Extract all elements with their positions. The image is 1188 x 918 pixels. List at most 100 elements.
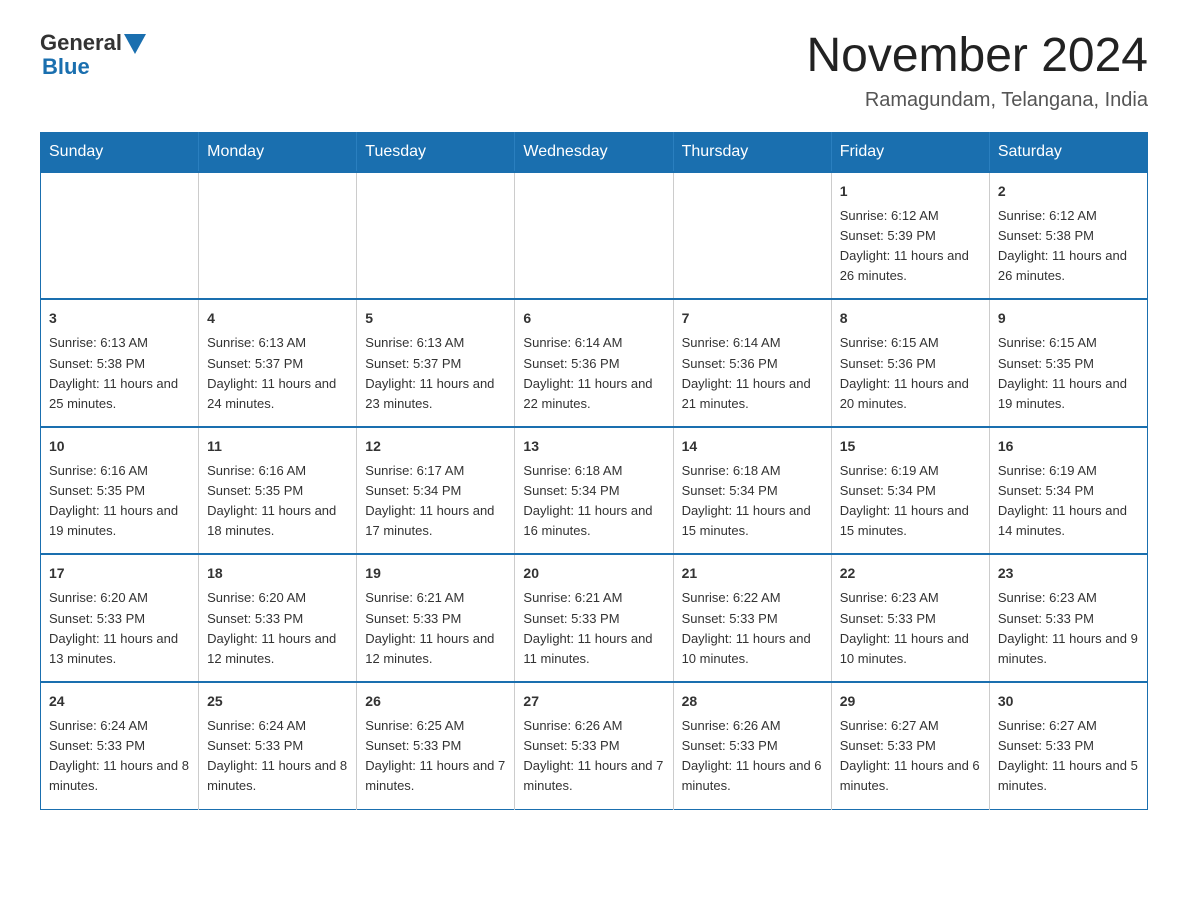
day-number: 19 (365, 563, 506, 584)
day-number: 11 (207, 436, 348, 457)
day-info: Sunrise: 6:27 AMSunset: 5:33 PMDaylight:… (840, 716, 981, 797)
day-info: Sunrise: 6:25 AMSunset: 5:33 PMDaylight:… (365, 716, 506, 797)
calendar-cell: 7 Sunrise: 6:14 AMSunset: 5:36 PMDaylight… (673, 299, 831, 427)
calendar-cell: 12Sunrise: 6:17 AMSunset: 5:34 PMDayligh… (357, 427, 515, 555)
calendar-header-monday: Monday (199, 132, 357, 172)
day-info: Sunrise: 6:12 AMSunset: 5:38 PMDaylight:… (998, 206, 1139, 287)
calendar-header-row: SundayMondayTuesdayWednesdayThursdayFrid… (41, 132, 1148, 172)
calendar-cell: 15Sunrise: 6:19 AMSunset: 5:34 PMDayligh… (831, 427, 989, 555)
calendar-cell (199, 172, 357, 300)
calendar-cell: 14Sunrise: 6:18 AMSunset: 5:34 PMDayligh… (673, 427, 831, 555)
logo-blue-text: Blue (42, 54, 90, 79)
logo-triangle-icon (124, 34, 146, 54)
calendar-cell (515, 172, 673, 300)
calendar-cell: 4 Sunrise: 6:13 AMSunset: 5:37 PMDaylight… (199, 299, 357, 427)
calendar-cell: 23Sunrise: 6:23 AMSunset: 5:33 PMDayligh… (989, 554, 1147, 682)
calendar-cell: 8 Sunrise: 6:15 AMSunset: 5:36 PMDaylight… (831, 299, 989, 427)
calendar-cell: 13 Sunrise: 6:18 AMSunset: 5:34 PMDayligh… (515, 427, 673, 555)
calendar-week-row: 10 Sunrise: 6:16 AMSunset: 5:35 PMDayligh… (41, 427, 1148, 555)
day-number: 3 (49, 308, 190, 329)
calendar-header-thursday: Thursday (673, 132, 831, 172)
calendar-cell: 27 Sunrise: 6:26 AMSunset: 5:33 PMDayligh… (515, 682, 673, 809)
day-number: 6 (523, 308, 664, 329)
day-info: Sunrise: 6:15 AMSunset: 5:35 PMDaylight:… (998, 333, 1139, 414)
logo-general-text: General (40, 30, 122, 56)
calendar-cell: 17Sunrise: 6:20 AMSunset: 5:33 PMDayligh… (41, 554, 199, 682)
day-number: 28 (682, 691, 823, 712)
day-info: Sunrise: 6:13 AMSunset: 5:37 PMDaylight:… (207, 333, 348, 414)
calendar-cell: 24 Sunrise: 6:24 AMSunset: 5:33 PMDayligh… (41, 682, 199, 809)
day-number: 8 (840, 308, 981, 329)
title-area: November 2024 Ramagundam, Telangana, Ind… (806, 30, 1148, 112)
calendar-cell: 29 Sunrise: 6:27 AMSunset: 5:33 PMDayligh… (831, 682, 989, 809)
day-info: Sunrise: 6:21 AMSunset: 5:33 PMDaylight:… (365, 588, 506, 669)
calendar-header-sunday: Sunday (41, 132, 199, 172)
day-info: Sunrise: 6:13 AMSunset: 5:37 PMDaylight:… (365, 333, 506, 414)
day-number: 22 (840, 563, 981, 584)
day-number: 4 (207, 308, 348, 329)
day-info: Sunrise: 6:18 AMSunset: 5:34 PMDaylight:… (682, 461, 823, 542)
calendar-cell: 30Sunrise: 6:27 AMSunset: 5:33 PMDayligh… (989, 682, 1147, 809)
day-info: Sunrise: 6:22 AMSunset: 5:33 PMDaylight:… (682, 588, 823, 669)
calendar-cell: 26 Sunrise: 6:25 AMSunset: 5:33 PMDayligh… (357, 682, 515, 809)
calendar-cell (673, 172, 831, 300)
logo: General Blue (40, 30, 146, 80)
day-number: 20 (523, 563, 664, 584)
day-number: 27 (523, 691, 664, 712)
calendar-cell: 6 Sunrise: 6:14 AMSunset: 5:36 PMDaylight… (515, 299, 673, 427)
day-info: Sunrise: 6:12 AMSunset: 5:39 PMDaylight:… (840, 206, 981, 287)
day-number: 7 (682, 308, 823, 329)
day-info: Sunrise: 6:16 AMSunset: 5:35 PMDaylight:… (49, 461, 190, 542)
day-info: Sunrise: 6:14 AMSunset: 5:36 PMDaylight:… (682, 333, 823, 414)
day-number: 30 (998, 691, 1139, 712)
calendar-cell: 3 Sunrise: 6:13 AMSunset: 5:38 PMDaylight… (41, 299, 199, 427)
day-number: 18 (207, 563, 348, 584)
calendar-cell: 5 Sunrise: 6:13 AMSunset: 5:37 PMDaylight… (357, 299, 515, 427)
calendar-week-row: 17 Sunrise: 6:20 AMSunset: 5:33 PMDayligh… (41, 554, 1148, 682)
calendar-cell: 25 Sunrise: 6:24 AMSunset: 5:33 PMDayligh… (199, 682, 357, 809)
calendar-cell: 20 Sunrise: 6:21 AMSunset: 5:33 PMDayligh… (515, 554, 673, 682)
main-title: November 2024 (806, 30, 1148, 83)
day-info: Sunrise: 6:24 AMSunset: 5:33 PMDaylight:… (207, 716, 348, 797)
day-info: Sunrise: 6:21 AMSunset: 5:33 PMDaylight:… (523, 588, 664, 669)
calendar-header-tuesday: Tuesday (357, 132, 515, 172)
day-number: 2 (998, 181, 1139, 202)
calendar-cell: 10 Sunrise: 6:16 AMSunset: 5:35 PMDayligh… (41, 427, 199, 555)
day-number: 17 (49, 563, 190, 584)
calendar-cell (41, 172, 199, 300)
subtitle: Ramagundam, Telangana, India (806, 89, 1148, 112)
day-info: Sunrise: 6:26 AMSunset: 5:33 PMDaylight:… (523, 716, 664, 797)
day-info: Sunrise: 6:24 AMSunset: 5:33 PMDaylight:… (49, 716, 190, 797)
calendar-header-friday: Friday (831, 132, 989, 172)
day-info: Sunrise: 6:26 AMSunset: 5:33 PMDaylight:… (682, 716, 823, 797)
day-number: 13 (523, 436, 664, 457)
calendar-cell: 22 Sunrise: 6:23 AMSunset: 5:33 PMDayligh… (831, 554, 989, 682)
day-info: Sunrise: 6:18 AMSunset: 5:34 PMDaylight:… (523, 461, 664, 542)
day-number: 5 (365, 308, 506, 329)
day-info: Sunrise: 6:23 AMSunset: 5:33 PMDaylight:… (998, 588, 1139, 669)
day-number: 10 (49, 436, 190, 457)
day-info: Sunrise: 6:16 AMSunset: 5:35 PMDaylight:… (207, 461, 348, 542)
calendar-cell: 28 Sunrise: 6:26 AMSunset: 5:33 PMDayligh… (673, 682, 831, 809)
calendar-week-row: 3 Sunrise: 6:13 AMSunset: 5:38 PMDaylight… (41, 299, 1148, 427)
day-number: 26 (365, 691, 506, 712)
calendar-header-saturday: Saturday (989, 132, 1147, 172)
day-number: 24 (49, 691, 190, 712)
day-info: Sunrise: 6:14 AMSunset: 5:36 PMDaylight:… (523, 333, 664, 414)
day-number: 29 (840, 691, 981, 712)
day-info: Sunrise: 6:23 AMSunset: 5:33 PMDaylight:… (840, 588, 981, 669)
calendar-header-wednesday: Wednesday (515, 132, 673, 172)
calendar-cell: 11 Sunrise: 6:16 AMSunset: 5:35 PMDayligh… (199, 427, 357, 555)
day-info: Sunrise: 6:19 AMSunset: 5:34 PMDaylight:… (840, 461, 981, 542)
calendar-table: SundayMondayTuesdayWednesdayThursdayFrid… (40, 132, 1148, 810)
calendar-cell (357, 172, 515, 300)
day-info: Sunrise: 6:15 AMSunset: 5:36 PMDaylight:… (840, 333, 981, 414)
calendar-week-row: 1Sunrise: 6:12 AMSunset: 5:39 PMDaylight… (41, 172, 1148, 300)
calendar-cell: 19 Sunrise: 6:21 AMSunset: 5:33 PMDayligh… (357, 554, 515, 682)
day-number: 25 (207, 691, 348, 712)
calendar-cell: 2 Sunrise: 6:12 AMSunset: 5:38 PMDaylight… (989, 172, 1147, 300)
day-info: Sunrise: 6:20 AMSunset: 5:33 PMDaylight:… (207, 588, 348, 669)
calendar-cell: 1Sunrise: 6:12 AMSunset: 5:39 PMDaylight… (831, 172, 989, 300)
day-number: 12 (365, 436, 506, 457)
day-info: Sunrise: 6:13 AMSunset: 5:38 PMDaylight:… (49, 333, 190, 414)
